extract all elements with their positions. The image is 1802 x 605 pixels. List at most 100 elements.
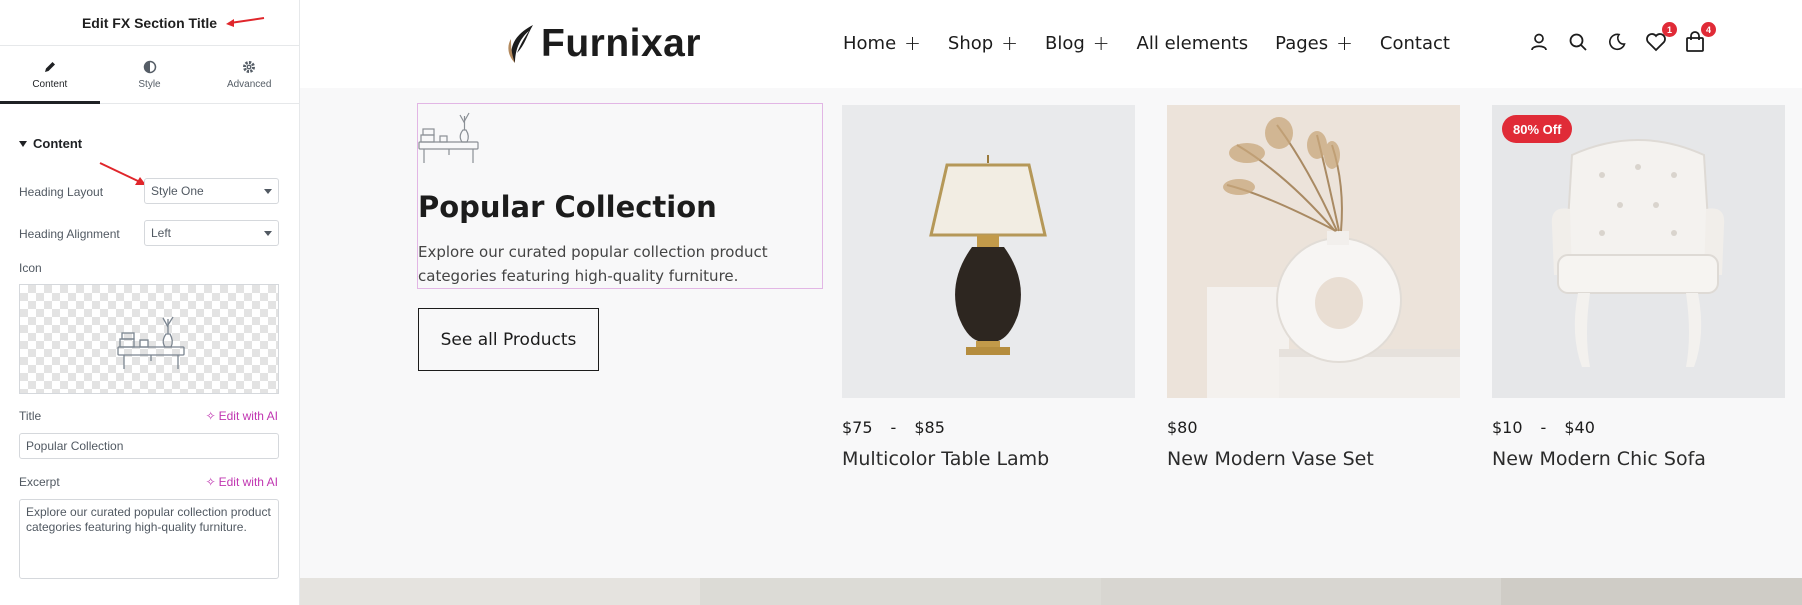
annotation-arrow-icon bbox=[226, 17, 265, 27]
heart-icon[interactable]: 1 bbox=[1644, 22, 1677, 54]
product-price: $75 - $85 bbox=[842, 418, 1136, 437]
vase-image bbox=[1167, 105, 1460, 398]
caret-down-icon bbox=[19, 140, 27, 147]
title-edit-with-ai-link[interactable]: ✧ Edit with AI bbox=[206, 409, 278, 423]
excerpt-edit-with-ai-link[interactable]: ✧ Edit with AI bbox=[206, 475, 278, 489]
site-preview: Furnixar Home + Shop + Blog + All elements … bbox=[300, 0, 1802, 605]
banner-image bbox=[300, 578, 700, 605]
nav-blog-label: Blog bbox=[1044, 32, 1085, 54]
product-card[interactable]: $75 - $85 Multicolor Table Lamb bbox=[842, 105, 1136, 470]
chevron-down-icon bbox=[264, 188, 272, 194]
product-card[interactable]: 80% Off $10 - $40 New Modern Chic Sofa bbox=[1492, 105, 1786, 470]
content-section-toggle[interactable]: Content bbox=[19, 136, 82, 151]
table-decor-icon bbox=[418, 112, 479, 163]
excerpt-field-label: Excerpt bbox=[19, 475, 60, 489]
nav-home-label: Home bbox=[843, 32, 897, 54]
user-icon[interactable] bbox=[1527, 30, 1551, 54]
product-card[interactable]: $80 New Modern Vase Set bbox=[1167, 105, 1461, 470]
section-excerpt: Explore our curated popular collection p… bbox=[418, 243, 768, 285]
banner-image bbox=[1501, 578, 1802, 605]
product-name[interactable]: New Modern Vase Set bbox=[1167, 448, 1461, 470]
sale-badge: 80% Off bbox=[1502, 115, 1573, 143]
nav-pages-label: Pages bbox=[1275, 32, 1329, 54]
product-price: $10 - $40 bbox=[1492, 418, 1786, 437]
content-section-label: Content bbox=[33, 136, 83, 151]
leaf-logo-icon bbox=[508, 25, 533, 63]
heading-layout-label: Heading Layout bbox=[19, 185, 104, 199]
bag-icon[interactable]: 4 bbox=[1683, 22, 1716, 54]
wishlist-count-badge: 1 bbox=[1662, 22, 1677, 37]
table-decor-icon bbox=[117, 316, 185, 369]
excerpt-textarea[interactable]: Explore our curated popular collection p… bbox=[19, 499, 279, 579]
nav-all-elements[interactable]: All elements bbox=[1137, 31, 1249, 55]
plus-icon: + bbox=[1092, 31, 1110, 55]
nav-shop[interactable]: Shop + bbox=[948, 31, 1018, 55]
plus-icon: + bbox=[904, 31, 921, 55]
tab-advanced-label: Advanced bbox=[226, 78, 272, 90]
chic-chair-image bbox=[1551, 139, 1725, 367]
product-image-lamp[interactable] bbox=[842, 105, 1135, 398]
product-price: $80 bbox=[1167, 418, 1461, 437]
half-circle-icon bbox=[143, 60, 156, 73]
heading-alignment-select[interactable]: Left bbox=[144, 220, 279, 246]
next-section-images bbox=[300, 578, 1802, 605]
header-icons: 1 4 bbox=[1527, 22, 1716, 54]
logo-text: Furnixar bbox=[541, 22, 702, 65]
excerpt-edit-ai-label: Edit with AI bbox=[218, 475, 278, 489]
tab-advanced[interactable]: Advanced bbox=[199, 46, 299, 103]
heading-layout-select[interactable]: Style One bbox=[144, 178, 279, 204]
plus-icon: + bbox=[1001, 31, 1018, 55]
tab-style-label: Style bbox=[138, 78, 161, 90]
nav-blog[interactable]: Blog + bbox=[1045, 31, 1110, 55]
title-field-label: Title bbox=[19, 409, 42, 423]
sparkle-icon: ✧ bbox=[205, 475, 216, 489]
title-input[interactable] bbox=[19, 433, 279, 459]
nav-contact[interactable]: Contact bbox=[1380, 31, 1450, 55]
price-min: $80 bbox=[1167, 418, 1198, 437]
sparkle-icon: ✧ bbox=[205, 409, 216, 423]
nav-home[interactable]: Home + bbox=[843, 31, 921, 55]
product-name[interactable]: Multicolor Table Lamb bbox=[842, 448, 1136, 470]
title-edit-ai-label: Edit with AI bbox=[218, 409, 278, 423]
product-image-vase[interactable] bbox=[1167, 105, 1460, 398]
heading-layout-value: Style One bbox=[151, 184, 204, 198]
price-min: $10 bbox=[1492, 418, 1523, 437]
moon-icon[interactable] bbox=[1605, 30, 1629, 54]
editor-header: Edit FX Section Title bbox=[0, 0, 299, 46]
site-logo[interactable]: Furnixar bbox=[505, 22, 701, 66]
pencil-icon bbox=[44, 61, 55, 72]
nav-pages[interactable]: Pages + bbox=[1275, 31, 1353, 55]
nav-all-elements-label: All elements bbox=[1136, 32, 1249, 54]
cart-count-badge: 4 bbox=[1701, 22, 1716, 37]
annotation-arrow-icon bbox=[99, 162, 146, 185]
tab-style[interactable]: Style bbox=[100, 46, 200, 103]
icon-label: Icon bbox=[19, 261, 42, 275]
see-all-products-button[interactable]: See all Products bbox=[418, 308, 599, 371]
gear-icon bbox=[243, 60, 256, 73]
price-separator: - bbox=[890, 418, 897, 437]
site-header: Furnixar Home + Shop + Blog + All elements … bbox=[300, 0, 1802, 88]
price-max: $40 bbox=[1564, 418, 1595, 437]
banner-image bbox=[1101, 578, 1501, 605]
product-image-chair[interactable]: 80% Off bbox=[1492, 105, 1785, 398]
banner-image bbox=[700, 578, 1101, 605]
heading-alignment-label: Heading Alignment bbox=[19, 227, 120, 241]
product-name[interactable]: New Modern Chic Sofa bbox=[1492, 448, 1786, 470]
price-max: $85 bbox=[914, 418, 945, 437]
icon-picker[interactable] bbox=[19, 284, 279, 394]
editor-panel: Edit FX Section Title Content Style Adva… bbox=[0, 0, 300, 605]
chevron-down-icon bbox=[264, 230, 272, 236]
heading-alignment-value: Left bbox=[151, 226, 172, 240]
editor-title: Edit FX Section Title bbox=[81, 14, 218, 31]
editor-tabs: Content Style Advanced bbox=[0, 46, 299, 104]
search-icon[interactable] bbox=[1566, 30, 1590, 54]
price-separator: - bbox=[1540, 418, 1547, 437]
table-lamp-image bbox=[929, 155, 1047, 355]
tab-content-label: Content bbox=[32, 78, 68, 90]
nav-shop-label: Shop bbox=[947, 32, 994, 54]
section-title: Popular Collection bbox=[418, 190, 717, 224]
price-min: $75 bbox=[842, 418, 873, 437]
main-nav: Home + Shop + Blog + All elements Pages + Co… bbox=[843, 31, 1450, 55]
tab-content[interactable]: Content bbox=[0, 46, 100, 104]
plus-icon: + bbox=[1336, 31, 1353, 55]
